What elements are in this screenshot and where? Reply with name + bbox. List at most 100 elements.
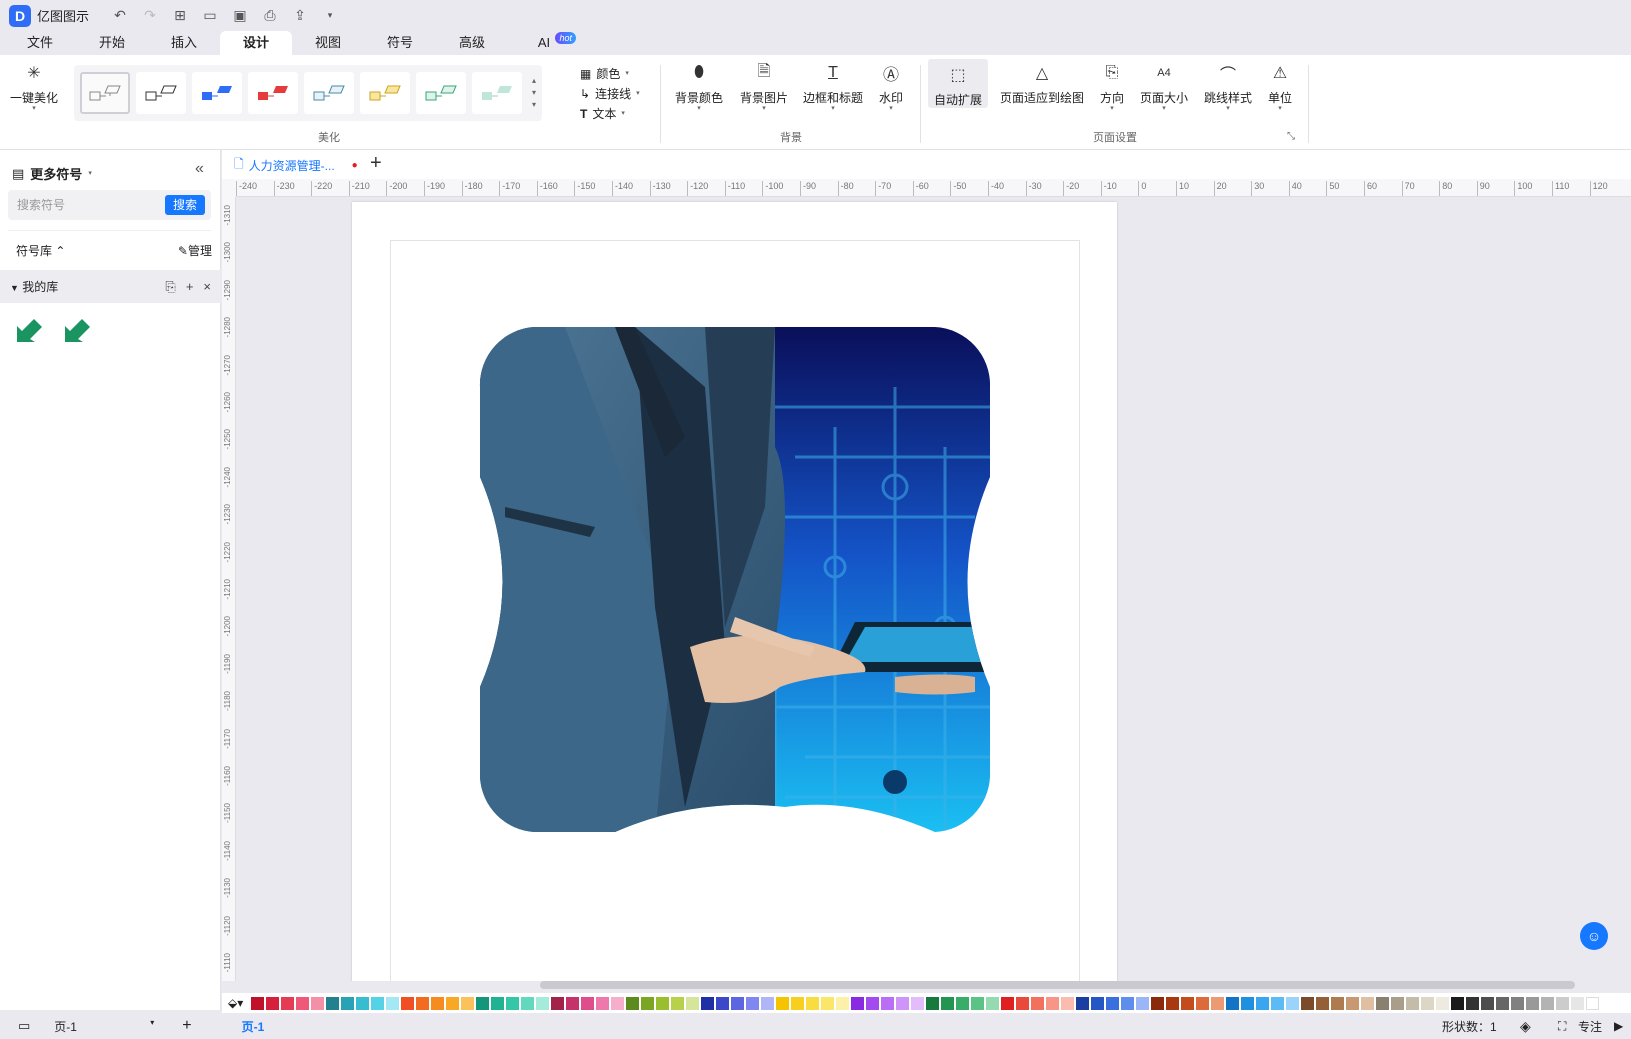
color-swatch[interactable] <box>656 996 670 1010</box>
customize-quick-access-icon[interactable]: ▾ <box>319 5 341 27</box>
color-swatch[interactable] <box>1286 996 1300 1010</box>
color-swatch[interactable] <box>791 996 805 1010</box>
color-swatch[interactable] <box>746 996 760 1010</box>
text-option[interactable]: T 文本 ▾ <box>580 105 640 122</box>
cloud-shaped-photo[interactable] <box>475 327 995 837</box>
save-icon[interactable]: ▣ <box>229 5 251 27</box>
color-swatch[interactable] <box>506 996 520 1010</box>
color-swatch[interactable] <box>1571 996 1585 1010</box>
color-swatch[interactable] <box>851 996 865 1010</box>
color-swatch[interactable] <box>1316 996 1330 1010</box>
color-swatch[interactable] <box>536 996 550 1010</box>
color-swatch[interactable] <box>1181 996 1195 1010</box>
color-swatch[interactable] <box>1436 996 1450 1010</box>
color-swatch[interactable] <box>1061 996 1075 1010</box>
menu-design[interactable]: 设计 <box>220 31 292 55</box>
menu-advanced[interactable]: 高级 <box>436 31 508 55</box>
connector-option[interactable]: ↳ 连接线 ▾ <box>580 85 640 102</box>
color-swatch[interactable] <box>761 996 775 1010</box>
theme-option[interactable] <box>192 72 242 114</box>
drawing-page[interactable] <box>352 202 1117 981</box>
search-button[interactable]: 搜索 <box>165 195 205 215</box>
color-swatch[interactable] <box>1496 996 1510 1010</box>
color-swatch[interactable] <box>311 996 325 1010</box>
color-swatch[interactable] <box>341 996 355 1010</box>
color-swatch[interactable] <box>581 996 595 1010</box>
fill-bucket-icon[interactable]: ⬙▾ <box>228 996 243 1010</box>
print-icon[interactable]: ⎙ <box>259 5 281 27</box>
color-swatch[interactable] <box>1241 996 1255 1010</box>
menu-insert[interactable]: 插入 <box>148 31 220 55</box>
color-swatch[interactable] <box>1196 996 1210 1010</box>
unit-button[interactable]: ⚠ 单位 ▾ <box>1268 61 1292 112</box>
theme-option[interactable] <box>360 72 410 114</box>
undo-icon[interactable]: ↶ <box>109 5 131 27</box>
redo-icon[interactable]: ↷ <box>139 5 161 27</box>
theme-option[interactable] <box>304 72 354 114</box>
add-icon[interactable]: + <box>186 279 194 295</box>
color-swatch[interactable] <box>491 996 505 1010</box>
color-swatch[interactable] <box>896 996 910 1010</box>
color-swatch[interactable] <box>911 996 925 1010</box>
page-layout-icon[interactable]: ▭ <box>18 1018 30 1034</box>
collapse-sidebar-icon[interactable]: « <box>195 160 204 178</box>
color-swatch[interactable] <box>281 996 295 1010</box>
color-swatch[interactable] <box>1541 996 1555 1010</box>
import-icon[interactable]: ⎘ <box>165 279 175 295</box>
color-swatch[interactable] <box>926 996 940 1010</box>
color-swatch[interactable] <box>1586 996 1600 1010</box>
color-swatch[interactable] <box>1211 996 1225 1010</box>
color-swatch[interactable] <box>1166 996 1180 1010</box>
color-swatch[interactable] <box>1256 996 1270 1010</box>
theme-option[interactable] <box>136 72 186 114</box>
new-icon[interactable]: ⊞ <box>169 5 191 27</box>
auto-extend-button[interactable]: ⬚ 自动扩展 <box>928 59 989 108</box>
color-swatch[interactable] <box>1271 996 1285 1010</box>
color-swatch[interactable] <box>1151 996 1165 1010</box>
color-swatch[interactable] <box>251 996 265 1010</box>
color-swatch[interactable] <box>866 996 880 1010</box>
menu-symbol[interactable]: 符号 <box>364 31 436 55</box>
page-size-button[interactable]: A4 页面大小 ▾ <box>1140 61 1188 112</box>
export-icon[interactable]: ⇪ <box>289 5 311 27</box>
manage-button[interactable]: ✎管理 <box>178 242 212 259</box>
horizontal-scrollbar[interactable] <box>540 981 1575 989</box>
color-swatch[interactable] <box>626 996 640 1010</box>
document-tab[interactable]: 🗋 人力资源管理-... ● <box>234 155 358 176</box>
color-swatch[interactable] <box>971 996 985 1010</box>
library-toggle[interactable]: 符号库 ⌃ <box>16 242 65 259</box>
color-swatch[interactable] <box>1391 996 1405 1010</box>
assistant-robot-icon[interactable]: ☺ <box>1580 922 1608 950</box>
my-library-row[interactable]: ▼ 我的库 ⎘ + × <box>0 270 221 303</box>
color-swatch[interactable] <box>1526 996 1540 1010</box>
color-swatch[interactable] <box>1136 996 1150 1010</box>
theme-option[interactable] <box>416 72 466 114</box>
expand-dialog-icon[interactable]: ⤡ <box>1287 131 1295 142</box>
color-swatch[interactable] <box>296 996 310 1010</box>
color-swatch[interactable] <box>701 996 715 1010</box>
color-swatch[interactable] <box>431 996 445 1010</box>
color-option[interactable]: ▦ 颜色 ▾ <box>580 65 640 82</box>
symbol-search-input[interactable]: 搜索符号 搜索 <box>8 190 211 220</box>
color-swatch[interactable] <box>1016 996 1030 1010</box>
one-click-beautify-button[interactable]: ✳ 一键美化 ▾ <box>10 61 58 112</box>
color-swatch[interactable] <box>731 996 745 1010</box>
color-swatch[interactable] <box>1511 996 1525 1010</box>
menu-file[interactable]: 文件 <box>4 31 76 55</box>
color-swatch[interactable] <box>446 996 460 1010</box>
color-swatch[interactable] <box>566 996 580 1010</box>
color-swatch[interactable] <box>1001 996 1015 1010</box>
color-swatch[interactable] <box>1091 996 1105 1010</box>
play-icon[interactable]: ▶ <box>1614 1019 1623 1033</box>
color-swatch[interactable] <box>521 996 535 1010</box>
color-swatch[interactable] <box>1451 996 1465 1010</box>
menu-ai[interactable]: AI hot <box>508 31 580 55</box>
color-swatch[interactable] <box>1301 996 1315 1010</box>
theme-option[interactable] <box>80 72 130 114</box>
orientation-button[interactable]: ⎘ 方向 ▾ <box>1100 61 1124 112</box>
drawing-canvas[interactable] <box>237 198 1631 981</box>
arrow-symbol-2[interactable] <box>62 318 92 344</box>
color-swatch[interactable] <box>881 996 895 1010</box>
sidebar-header[interactable]: ▤ 更多符号 ▾ <box>12 164 92 183</box>
color-swatch[interactable] <box>386 996 400 1010</box>
